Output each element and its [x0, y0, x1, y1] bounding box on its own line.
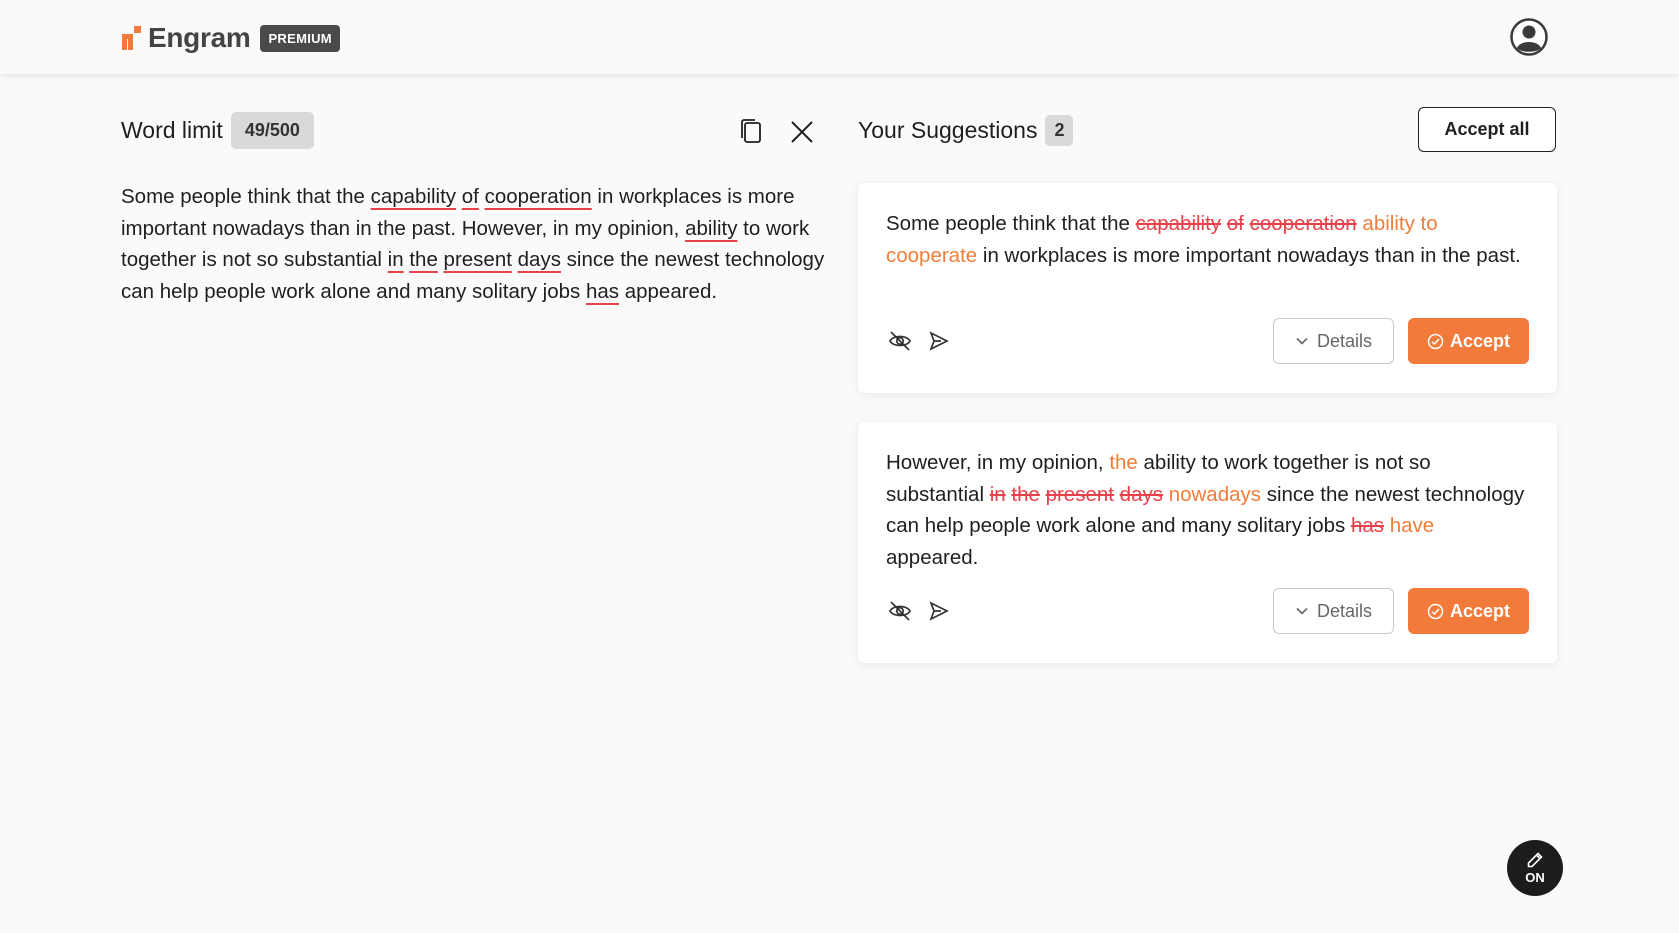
suggestion-actions: Details Accept: [886, 588, 1529, 634]
deleted-text: has: [1350, 514, 1385, 537]
top-bar: Engram PREMIUM: [0, 0, 1679, 74]
close-icon[interactable]: [787, 117, 817, 147]
inserted-text: nowadays: [1168, 482, 1261, 506]
error-word[interactable]: the: [409, 248, 438, 271]
check-circle-icon: [1427, 333, 1444, 349]
logo[interactable]: Engram PREMIUM: [120, 18, 340, 58]
details-label: Details: [1316, 330, 1373, 351]
text-editor[interactable]: Some people think that the capability of…: [121, 181, 826, 307]
copy-icon[interactable]: [736, 116, 766, 146]
accept-label: Accept: [1449, 600, 1511, 621]
accept-label: Accept: [1449, 330, 1511, 351]
check-circle-icon: [1427, 603, 1444, 619]
text-run: in workplaces is more important nowadays…: [977, 243, 1521, 267]
user-avatar-icon[interactable]: [1510, 18, 1548, 56]
inserted-text: have: [1389, 514, 1435, 537]
text-run: Some people think that the: [886, 212, 1136, 235]
suggestion-text: Some people think that the capability of…: [886, 208, 1526, 271]
deleted-text: cooperation: [1249, 212, 1357, 235]
accept-all-button[interactable]: Accept all: [1418, 107, 1556, 152]
error-word[interactable]: ability: [685, 217, 737, 240]
deleted-text: capability: [1135, 212, 1222, 235]
text-run: Some people think that the: [121, 185, 371, 208]
suggestion-text: However, in my opinion, the ability to w…: [886, 447, 1526, 573]
suggestions-header: Your Suggestions 2: [858, 112, 1074, 149]
error-word[interactable]: in: [388, 248, 404, 271]
error-word[interactable]: has: [586, 280, 619, 303]
error-word[interactable]: days: [518, 248, 561, 271]
error-word[interactable]: capability: [371, 185, 456, 208]
deleted-text: the: [1011, 482, 1040, 506]
error-word[interactable]: present: [444, 248, 512, 271]
eye-off-icon[interactable]: [888, 599, 912, 623]
error-word[interactable]: cooperation: [485, 185, 592, 208]
suggestions-count-badge: 2: [1045, 115, 1074, 146]
suggestions-title: Your Suggestions: [858, 117, 1038, 143]
word-limit-label: Word limit: [121, 117, 223, 143]
text-run: appeared.: [619, 279, 718, 303]
text-run: However, in my opinion,: [886, 451, 1110, 474]
send-icon[interactable]: [928, 330, 950, 352]
eye-off-icon[interactable]: [888, 329, 912, 353]
word-limit-header: Word limit 49/500: [121, 112, 314, 149]
deleted-text: in: [989, 482, 1006, 506]
toggle-state-label: ON: [1525, 870, 1545, 885]
premium-badge: PREMIUM: [260, 24, 340, 52]
details-button[interactable]: Details: [1273, 318, 1394, 364]
suggestion-card[interactable]: However, in my opinion, the ability to w…: [858, 422, 1557, 663]
suggestion-actions: Details Accept: [886, 318, 1529, 364]
text-run: appeared.: [886, 545, 979, 569]
assistant-toggle-button[interactable]: ON: [1507, 840, 1563, 896]
inserted-text: the: [1109, 451, 1138, 474]
deleted-text: present: [1045, 482, 1114, 506]
details-button[interactable]: Details: [1273, 588, 1394, 634]
send-icon[interactable]: [928, 600, 950, 622]
accept-button[interactable]: Accept: [1408, 318, 1529, 364]
accept-button[interactable]: Accept: [1408, 588, 1529, 634]
pencil-icon: [1527, 852, 1543, 868]
chevron-down-icon: [1296, 337, 1308, 345]
word-count-badge: 49/500: [230, 112, 314, 149]
deleted-text: of: [1226, 212, 1244, 235]
details-label: Details: [1316, 600, 1373, 621]
deleted-text: days: [1119, 482, 1163, 506]
chevron-down-icon: [1296, 607, 1308, 615]
suggestion-card[interactable]: Some people think that the capability of…: [858, 183, 1557, 393]
engram-logo-icon: [122, 26, 141, 50]
brand-name: Engram: [148, 22, 251, 53]
error-word[interactable]: of: [462, 185, 479, 208]
